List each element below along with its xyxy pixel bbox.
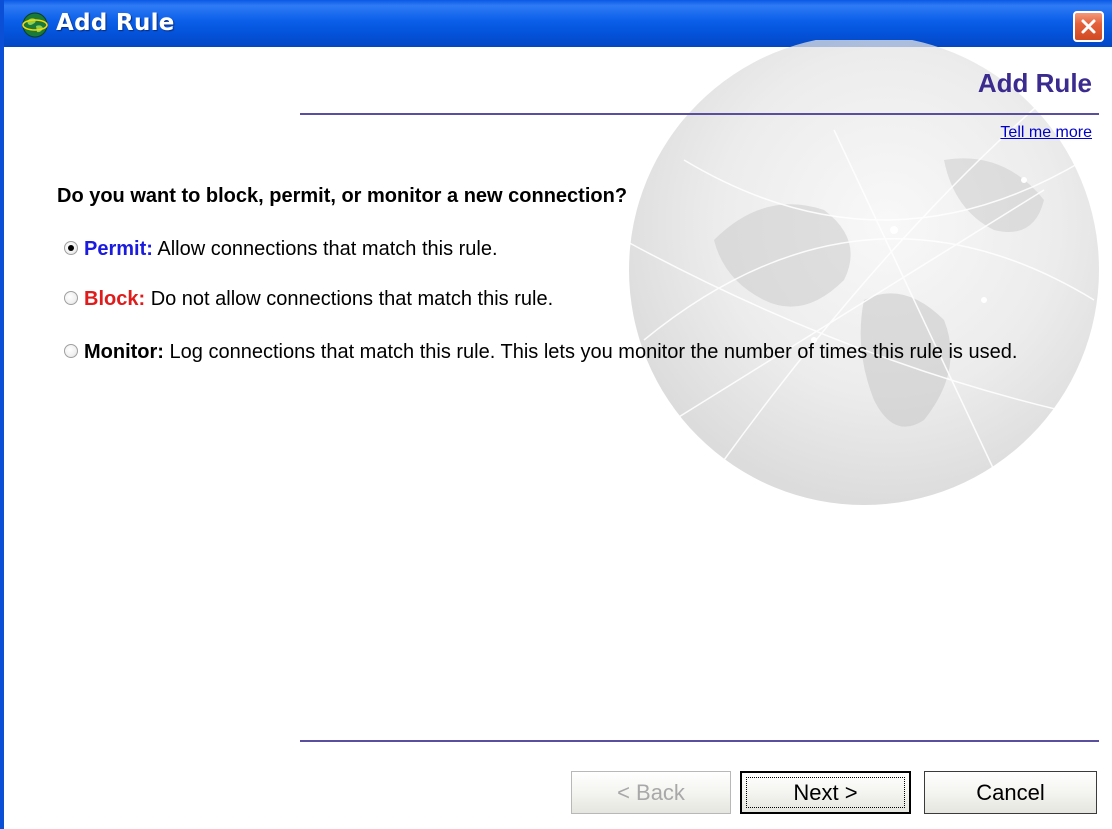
permit-label: Permit: bbox=[84, 238, 153, 260]
monitor-label: Monitor: bbox=[84, 341, 164, 363]
next-button[interactable]: Next > bbox=[740, 771, 911, 814]
add-rule-dialog: Add Rule Add Rule Tell me more Do you wa… bbox=[0, 0, 1112, 829]
block-label: Block: bbox=[84, 288, 146, 310]
tell-me-more-link[interactable]: Tell me more bbox=[1000, 124, 1092, 142]
header-divider bbox=[300, 113, 1099, 115]
footer-divider bbox=[300, 740, 1099, 742]
monitor-description: Log connections that match this rule. Th… bbox=[169, 341, 1018, 363]
block-radio[interactable] bbox=[64, 291, 78, 305]
permit-radio[interactable] bbox=[64, 241, 78, 255]
page-title: Add Rule bbox=[977, 68, 1092, 98]
question-text: Do you want to block, permit, or monitor… bbox=[57, 185, 628, 207]
option-block[interactable]: Block: Do not allow connections that mat… bbox=[64, 286, 553, 312]
window-title: Add Rule bbox=[56, 10, 175, 36]
monitor-radio[interactable] bbox=[64, 344, 78, 358]
close-icon bbox=[1081, 19, 1096, 34]
close-button[interactable] bbox=[1073, 11, 1104, 42]
option-monitor-text: Monitor: Log connections that match this… bbox=[84, 339, 1054, 365]
back-button[interactable]: < Back bbox=[571, 771, 731, 814]
option-monitor[interactable]: Monitor: Log connections that match this… bbox=[64, 339, 1054, 365]
globe-icon bbox=[22, 12, 48, 38]
option-permit[interactable]: Permit: Allow connections that match thi… bbox=[64, 236, 498, 262]
cancel-button[interactable]: Cancel bbox=[924, 771, 1097, 814]
permit-description: Allow connections that match this rule. bbox=[157, 238, 498, 260]
block-description: Do not allow connections that match this… bbox=[150, 288, 554, 310]
option-block-text: Block: Do not allow connections that mat… bbox=[84, 286, 553, 312]
option-permit-text: Permit: Allow connections that match thi… bbox=[84, 236, 498, 262]
title-bar[interactable]: Add Rule bbox=[4, 0, 1112, 47]
